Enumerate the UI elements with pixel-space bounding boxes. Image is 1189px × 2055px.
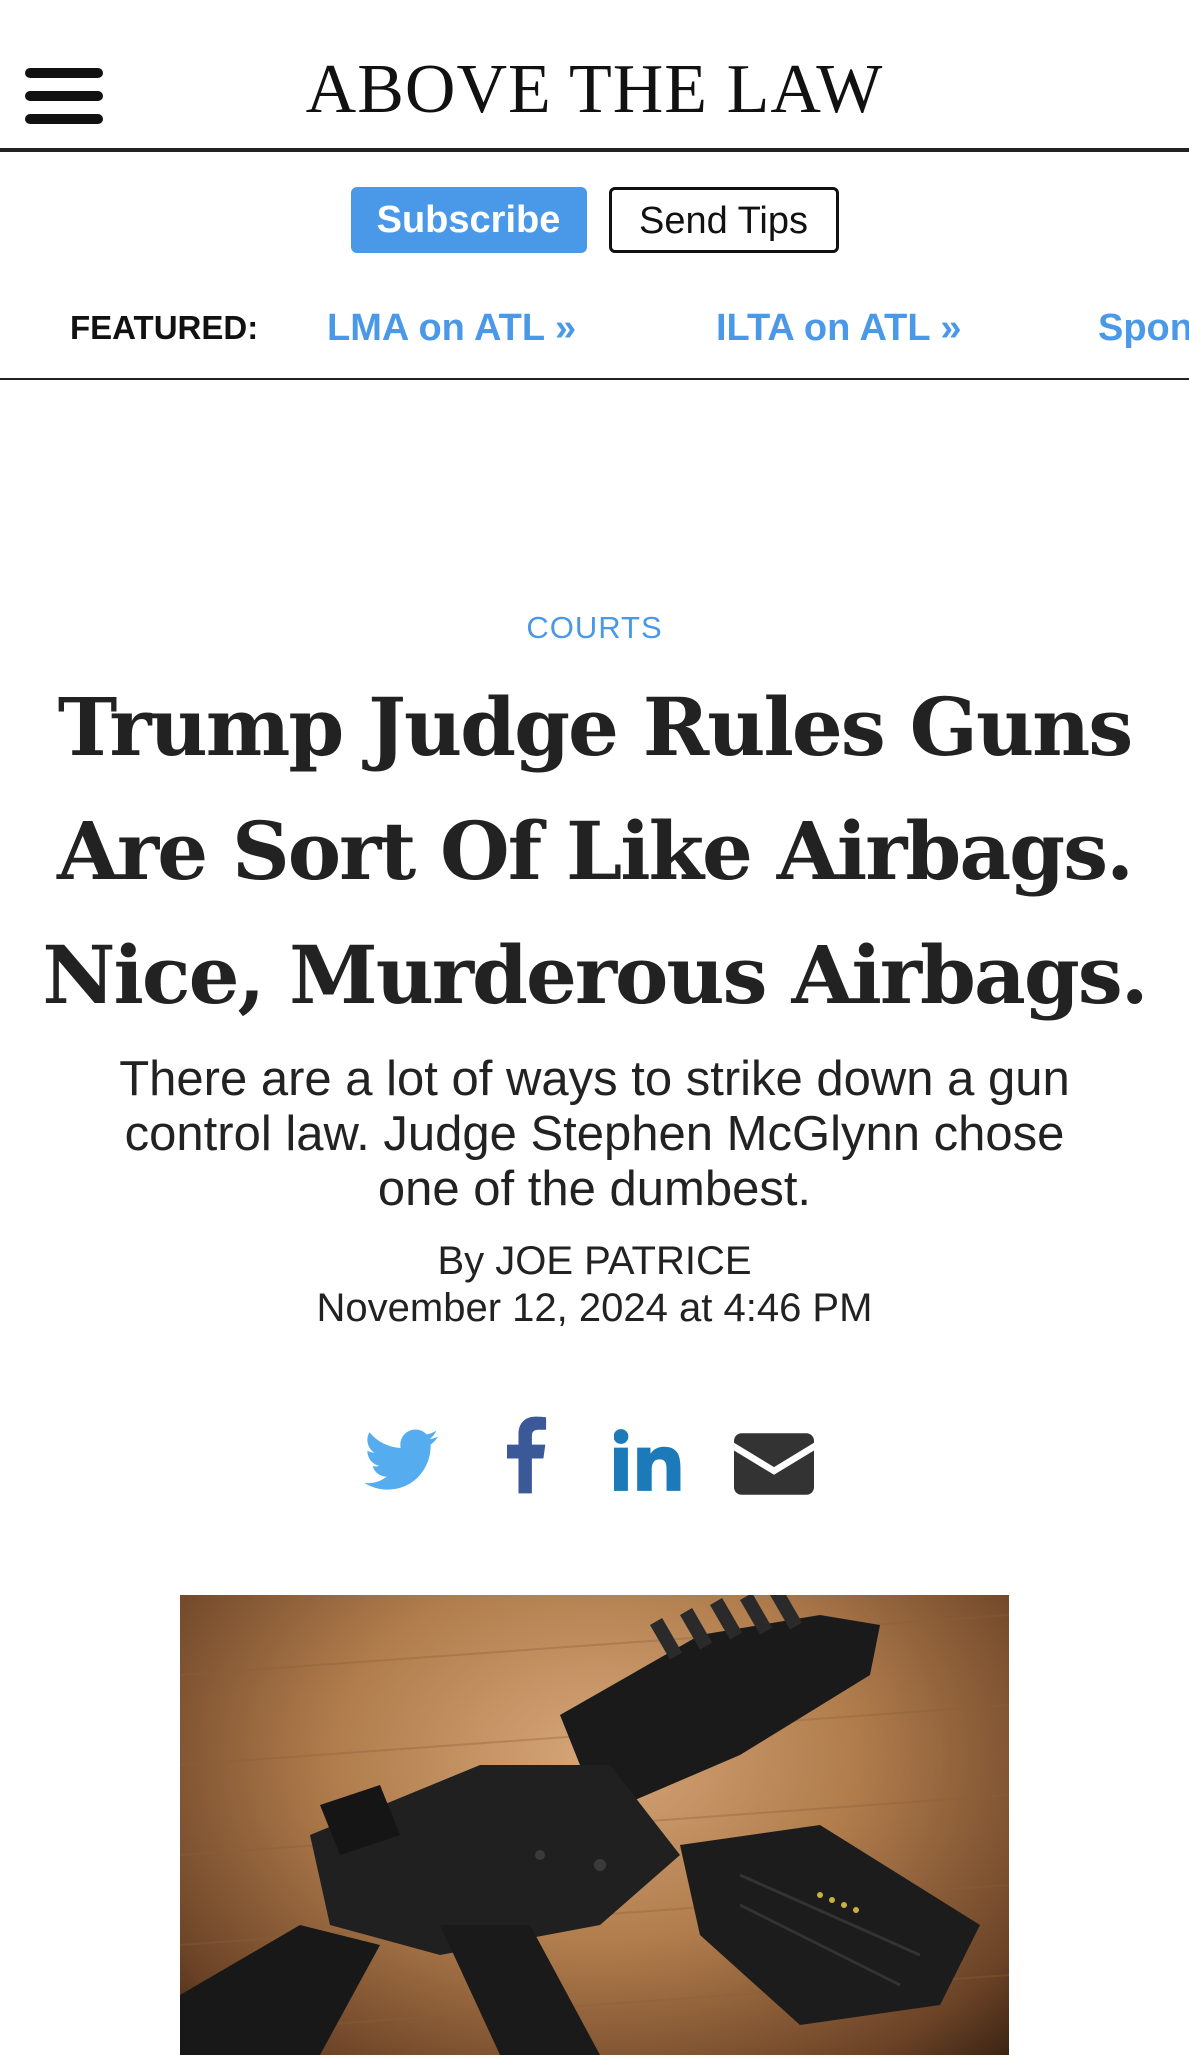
featured-link-lma[interactable]: LMA on ATL » [327,307,576,350]
featured-link-ilta[interactable]: ILTA on ATL » [716,307,962,350]
featured-link-sponsored[interactable]: Spon [1098,307,1189,350]
article-date: November 12, 2024 at 4:46 PM [316,1286,873,1330]
linkedin-icon[interactable] [614,1420,682,1500]
send-tips-button[interactable]: Send Tips [608,187,839,253]
site-logo[interactable]: ABOVE THE LAW [0,50,1189,130]
article-category[interactable]: COURTS [0,610,1189,646]
dek-line: There are a lot of ways to strike down a… [119,1052,1070,1106]
headline-line: Are Sort Of Like Airbags. [56,804,1134,898]
headline-line: Nice, Murderous Airbags. [42,928,1148,1022]
share-bar [0,1410,1189,1495]
article-byline[interactable]: By JOE PATRICE [0,1237,1189,1285]
subscribe-button[interactable]: Subscribe [350,187,587,253]
article-dek: There are a lot of ways to strike down a… [40,1052,1149,1217]
site-header: ABOVE THE LAW [0,0,1189,152]
headline-line: Trump Judge Rules Guns [57,680,1134,774]
rifle-illustration [180,1595,1009,2055]
header-actions: Subscribe Send Tips [0,187,1189,253]
dek-line: control law. Judge Stephen McGlynn chose [124,1107,1065,1161]
email-icon[interactable] [734,1424,814,1504]
featured-label: FEATURED: [70,309,259,346]
featured-bar: FEATURED: LMA on ATL » ILTA on ATL » Spo… [0,295,1189,380]
dek-line: one of the dumbest. [377,1162,812,1216]
article-hero-image[interactable] [180,1595,1009,2055]
article-headline: Trump Judge Rules Guns Are Sort Of Like … [20,665,1169,1037]
twitter-icon[interactable] [364,1420,438,1500]
facebook-icon[interactable] [502,1415,548,1495]
